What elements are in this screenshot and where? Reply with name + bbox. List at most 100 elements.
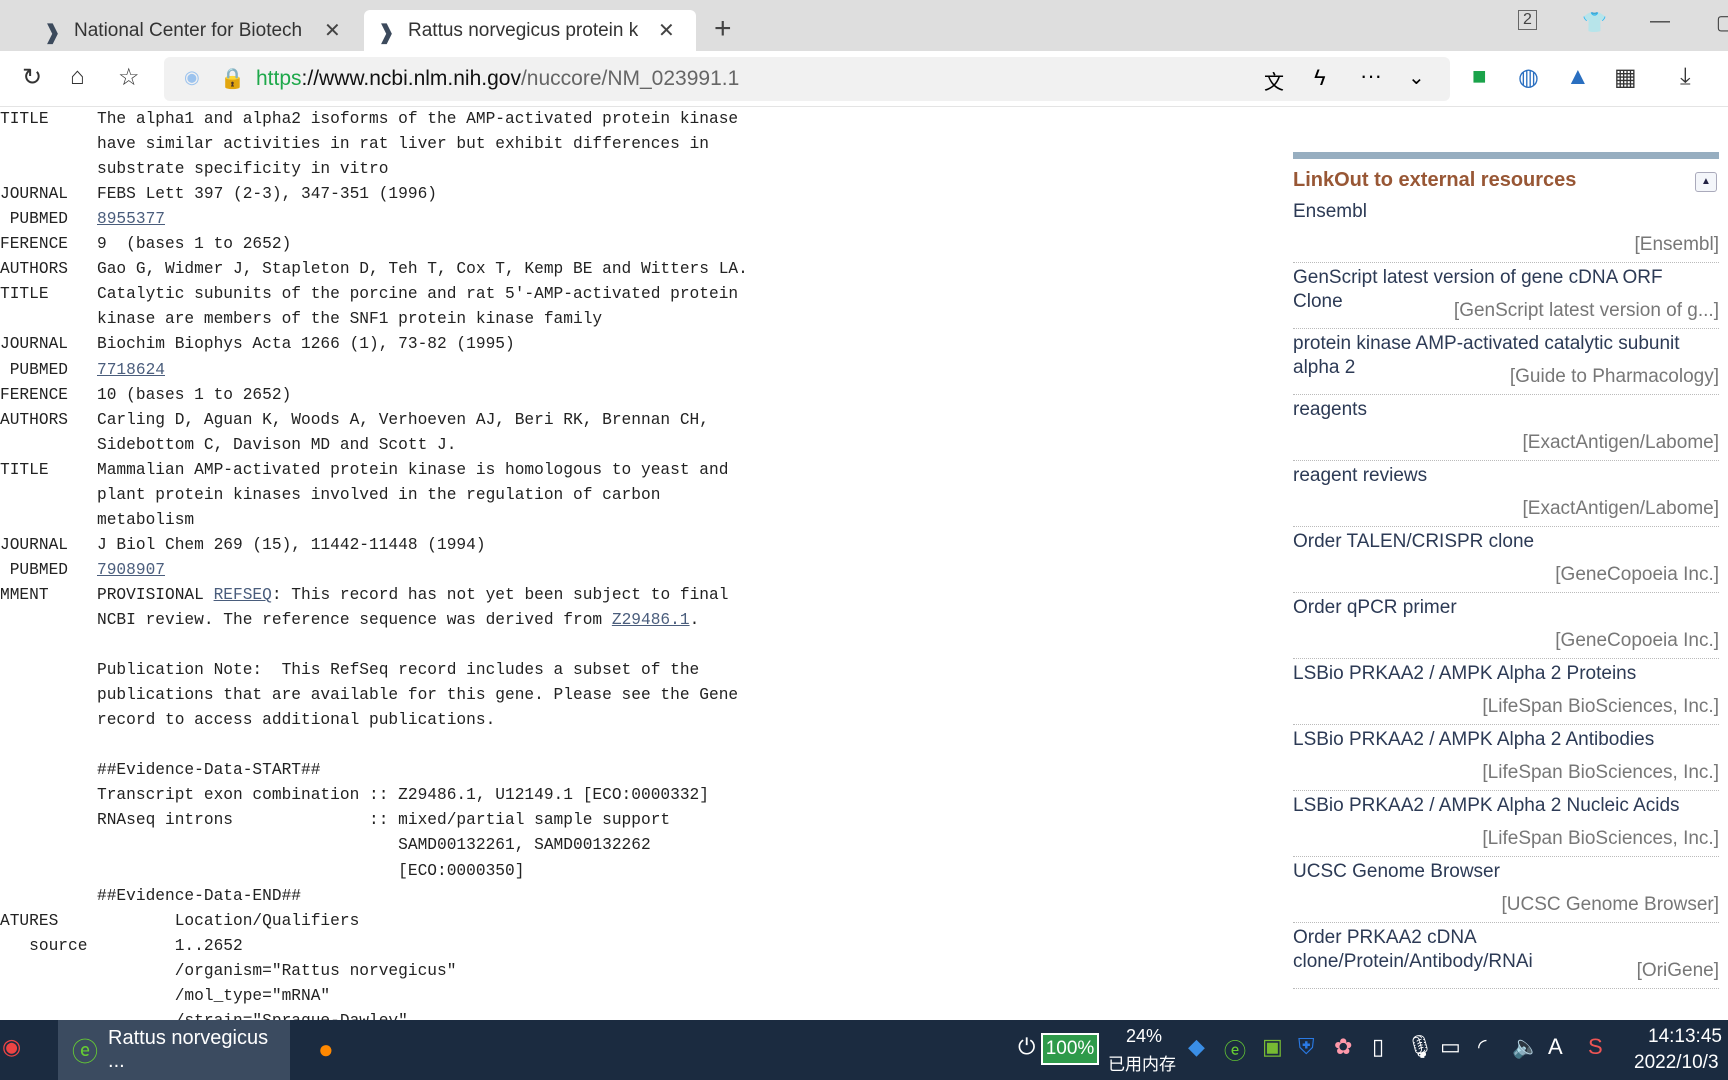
download-icon[interactable]: ⤓: [1680, 63, 1691, 91]
linkout-item: reagents [ExactAntigen/Labome]: [1293, 395, 1719, 461]
linkout-provider: [GeneCopoeia Inc.]: [1547, 563, 1719, 587]
taskbar-app-browser[interactable]: ⓔ Rattus norvegicus ...: [58, 1020, 290, 1080]
extension-book-icon[interactable]: ■: [1472, 63, 1487, 91]
record-link[interactable]: 7718624: [97, 361, 165, 379]
record-text: plant protein kinases involved in the re…: [97, 485, 661, 504]
ime-indicator[interactable]: A: [1548, 1034, 1563, 1060]
reload-icon[interactable]: ↻: [22, 63, 42, 92]
record-text: 9 (bases 1 to 2652): [97, 235, 292, 254]
lightning-icon[interactable]: ϟ: [1314, 65, 1326, 91]
linkout-provider: [GenScript latest version of g...]: [1445, 299, 1719, 323]
linkout-link[interactable]: Order TALEN/CRISPR clone: [1293, 530, 1703, 554]
skin-icon[interactable]: 👕: [1582, 10, 1607, 35]
linkout-link[interactable]: reagent reviews: [1293, 464, 1703, 488]
field-value: 10 (bases 1 to 2652): [97, 383, 291, 408]
record-text: record to access additional publications…: [97, 711, 496, 730]
record-text: /mol_type="mRNA": [97, 986, 331, 1005]
linkout-item: protein kinase AMP-activated catalytic s…: [1293, 329, 1719, 395]
field-value: record to access additional publications…: [97, 708, 495, 733]
wifi-icon[interactable]: ◜: [1478, 1034, 1487, 1060]
volume-icon[interactable]: 🔈: [1512, 1034, 1539, 1060]
firefox-icon[interactable]: ●: [318, 1034, 334, 1065]
favorites-icon[interactable]: ☆: [118, 63, 140, 92]
nvidia-icon[interactable]: ▣: [1262, 1034, 1283, 1060]
tab-rattus[interactable]: ❱ Rattus norvegicus protein k ✕: [364, 10, 696, 51]
linkout-item: LSBio PRKAA2 / AMPK Alpha 2 Proteins [Lif…: [1293, 659, 1719, 725]
battery-indicator[interactable]: 100%: [1041, 1033, 1099, 1065]
field-value: SAMD00132261, SAMD00132262: [97, 833, 651, 858]
record-link[interactable]: 8955377: [97, 210, 165, 228]
linkout-item: LSBio PRKAA2 / AMPK Alpha 2 Nucleic Acid…: [1293, 791, 1719, 857]
restore-button[interactable]: ▢: [1716, 10, 1728, 35]
field-value: [ECO:0000350]: [97, 859, 524, 884]
field-value: 8955377: [97, 207, 165, 232]
record-text: Biochim Biophys Acta 1266 (1), 73-82 (19…: [97, 335, 515, 354]
ncbi-favicon-icon: ❱: [44, 21, 61, 44]
record-text: Gao G, Widmer J, Stapleton D, Teh T, Cox…: [97, 260, 748, 279]
clock-date[interactable]: 2022/10/3: [1634, 1052, 1719, 1074]
field-label: FERENCE: [0, 235, 68, 254]
field-label: PUBMED: [0, 210, 68, 229]
linkout-link[interactable]: Order qPCR primer: [1293, 596, 1703, 620]
new-tab-button[interactable]: +: [714, 12, 732, 46]
record-text: : This record has not yet been subject t…: [271, 585, 729, 604]
security-icon[interactable]: ⛨: [1298, 1034, 1315, 1060]
field-value: RNAseq introns :: mixed/partial sample s…: [97, 808, 670, 833]
tab-title: Rattus norvegicus protein k: [408, 19, 639, 41]
record-link[interactable]: REFSEQ: [214, 586, 272, 604]
field-label: AUTHORS: [0, 410, 68, 429]
field-value: ##Evidence-Data-END##: [97, 884, 301, 909]
ncbi-favicon-icon: ❱: [378, 21, 395, 44]
translate-icon[interactable]: 文: [1264, 66, 1284, 95]
linkout-provider: [OriGene]: [1628, 959, 1719, 983]
address-bar[interactable]: ◉ 🔒 https://www.ncbi.nlm.nih.gov/nuccore…: [164, 57, 1450, 101]
home-icon[interactable]: ⌂: [70, 63, 85, 91]
collapse-button[interactable]: ▲: [1695, 172, 1717, 192]
tab-count-button[interactable]: 2: [1518, 10, 1537, 30]
linkout-link[interactable]: LSBio PRKAA2 / AMPK Alpha 2 Nucleic Acid…: [1293, 794, 1703, 818]
chrome-icon[interactable]: ◉: [2, 1034, 21, 1060]
record-text: ##Evidence-Data-START##: [97, 761, 321, 780]
field-label: MMENT: [0, 585, 49, 604]
field-label: ATURES: [0, 911, 59, 930]
sogou-icon[interactable]: S: [1588, 1034, 1603, 1060]
tab-ncbi[interactable]: ❱ National Center for Biotech ✕: [30, 10, 360, 51]
linkout-link[interactable]: reagents: [1293, 398, 1703, 422]
power-plug-icon: ⏻: [1018, 1034, 1036, 1059]
linkout-title: LinkOut to external resources: [1293, 169, 1577, 191]
record-link[interactable]: 7908907: [97, 561, 165, 579]
linkout-item: Ensembl [Ensembl]: [1293, 197, 1719, 263]
record-link[interactable]: Z29486.1: [612, 611, 690, 629]
linkout-link[interactable]: LSBio PRKAA2 / AMPK Alpha 2 Antibodies: [1293, 728, 1703, 752]
apps-grid-icon[interactable]: ▦: [1614, 63, 1637, 92]
flower-icon[interactable]: ✿: [1334, 1034, 1352, 1060]
feishu-icon[interactable]: ◆: [1188, 1034, 1205, 1060]
linkout-provider: [Guide to Pharmacology]: [1501, 365, 1719, 389]
chevron-down-icon[interactable]: ⌄: [1408, 65, 1425, 90]
linkout-provider: [Ensembl]: [1626, 233, 1719, 257]
extension-globe-icon[interactable]: ◍: [1518, 63, 1539, 92]
linkout-link[interactable]: UCSC Genome Browser: [1293, 860, 1703, 884]
minimize-button[interactable]: —: [1650, 10, 1670, 33]
field-value: Catalytic subunits of the porcine and ra…: [97, 282, 738, 307]
url-text[interactable]: https://www.ncbi.nlm.nih.gov/nuccore/NM_…: [256, 67, 739, 91]
field-value: 7908907: [97, 558, 165, 583]
clock-time[interactable]: 14:13:45: [1648, 1026, 1722, 1048]
microphone-icon[interactable]: 🎙: [1406, 1034, 1434, 1060]
field-label: TITLE: [0, 460, 49, 479]
browser-tray-icon[interactable]: ⓔ: [1224, 1034, 1246, 1066]
linkout-link[interactable]: LSBio PRKAA2 / AMPK Alpha 2 Proteins: [1293, 662, 1703, 686]
memory-percent: 24%: [1126, 1026, 1163, 1046]
more-icon[interactable]: ···: [1360, 63, 1382, 89]
linkout-link[interactable]: Ensembl: [1293, 200, 1703, 224]
close-tab-icon[interactable]: ✕: [324, 18, 341, 43]
linkout-item: LSBio PRKAA2 / AMPK Alpha 2 Antibodies [L…: [1293, 725, 1719, 791]
extension-drive-icon[interactable]: ▲: [1566, 63, 1590, 91]
battery-tray-icon[interactable]: ▭: [1440, 1034, 1461, 1060]
usb-icon[interactable]: ▯: [1372, 1034, 1384, 1060]
record-text: kinase are members of the SNF1 protein k…: [97, 310, 603, 329]
field-value: FEBS Lett 397 (2-3), 347-351 (1996): [97, 182, 437, 207]
field-value: Transcript exon combination :: Z29486.1,…: [97, 783, 709, 808]
linkout-list: Ensembl [Ensembl] GenScript latest version…: [1293, 197, 1719, 989]
close-tab-icon[interactable]: ✕: [658, 18, 675, 43]
